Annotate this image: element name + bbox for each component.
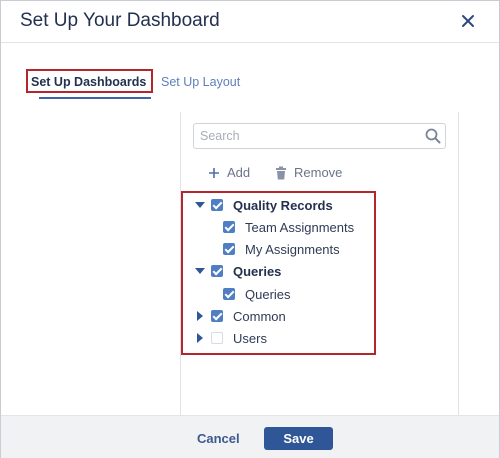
trash-icon (274, 166, 288, 180)
dialog-title: Set Up Your Dashboard (20, 10, 220, 31)
dialog-header: Set Up Your Dashboard (1, 1, 499, 43)
tree-node-common: Common (194, 307, 286, 325)
remove-button[interactable]: Remove (274, 165, 342, 180)
tree-node-team-assignments: Team Assignments (223, 218, 354, 236)
checkbox[interactable] (223, 243, 235, 255)
caret-down-icon[interactable] (194, 199, 206, 211)
close-icon[interactable] (458, 11, 478, 31)
tab-set-up-layout[interactable]: Set Up Layout (161, 75, 240, 89)
tab-label: Set Up Layout (161, 75, 241, 89)
tab-set-up-dashboards[interactable]: Set Up Dashboards (26, 69, 153, 93)
tree-node-label: My Assignments (245, 241, 340, 257)
save-button[interactable]: Save (264, 427, 333, 450)
tree-node-quality-records: Quality Records (194, 196, 333, 214)
tree-node-label: Team Assignments (245, 219, 355, 235)
search-input[interactable] (194, 124, 414, 148)
tree-node-label: Queries (245, 286, 291, 302)
remove-label: Remove (294, 165, 343, 180)
tree-node-label: Quality Records (233, 197, 333, 213)
tree-node-queries-child: Queries (223, 285, 291, 303)
search-icon[interactable] (425, 128, 441, 144)
dashboard-setup-dialog: Set Up Your Dashboard Set Up Dashboards … (0, 0, 500, 458)
add-button[interactable]: Add (207, 165, 250, 180)
active-tab-underline (39, 97, 151, 99)
tree-node-label: Users (233, 330, 267, 346)
caret-right-icon[interactable] (194, 332, 206, 344)
tab-highlight-frame (26, 69, 153, 93)
checkbox[interactable] (211, 332, 223, 344)
checkbox[interactable] (223, 288, 235, 300)
tree-node-label: Queries (233, 263, 282, 279)
checkbox[interactable] (211, 199, 223, 211)
caret-right-icon[interactable] (194, 310, 206, 322)
caret-down-icon[interactable] (194, 265, 206, 277)
checkbox[interactable] (211, 265, 223, 277)
tree-node-label: Common (233, 308, 286, 324)
tree-node-users: Users (194, 329, 267, 347)
cancel-button[interactable]: Cancel (197, 431, 240, 446)
plus-icon (207, 166, 221, 180)
checkbox[interactable] (211, 310, 223, 322)
add-label: Add (227, 165, 251, 180)
tree-node-my-assignments: My Assignments (223, 240, 340, 258)
search-box (193, 123, 446, 149)
checkbox[interactable] (223, 221, 235, 233)
tree-node-queries: Queries (194, 262, 281, 280)
dialog-footer: Cancel Save (1, 415, 499, 458)
